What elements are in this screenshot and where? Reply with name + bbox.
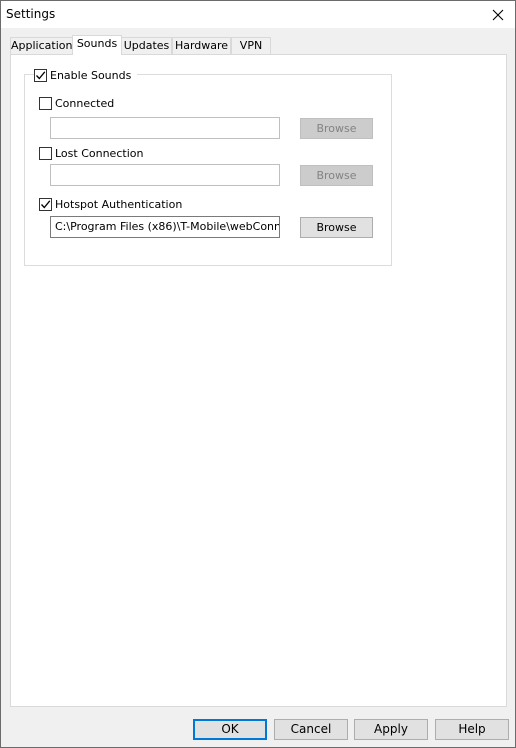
tab-vpn[interactable]: VPN bbox=[231, 37, 271, 54]
tab-label: Application bbox=[11, 39, 73, 52]
tab-updates[interactable]: Updates bbox=[121, 37, 172, 54]
tab-sounds[interactable]: Sounds bbox=[72, 35, 122, 55]
connected-check[interactable] bbox=[39, 96, 52, 110]
hotspot-auth-path-field[interactable]: C:\Program Files (x86)\T-Mobile\webConne… bbox=[50, 216, 280, 238]
sounds-panel: Enable Sounds Connected Browse Lost Conn… bbox=[10, 54, 507, 707]
lost-connection-label: Lost Connection bbox=[55, 146, 144, 160]
title-bar: Settings bbox=[1, 1, 515, 28]
lost-connection-checkbox[interactable]: Lost Connection bbox=[39, 145, 143, 161]
lost-connection-path-field[interactable] bbox=[50, 164, 280, 186]
connected-checkbox[interactable]: Connected bbox=[39, 95, 114, 111]
connected-label: Connected bbox=[55, 96, 115, 110]
connected-browse-button[interactable]: Browse bbox=[300, 118, 373, 139]
close-icon bbox=[492, 9, 504, 20]
enable-sounds-label: Enable Sounds bbox=[50, 68, 132, 82]
cancel-button[interactable]: Cancel bbox=[274, 719, 348, 740]
checkmark-icon bbox=[41, 199, 51, 208]
help-button[interactable]: Help bbox=[435, 719, 509, 740]
enable-sounds-checkbox[interactable]: Enable Sounds bbox=[34, 67, 138, 83]
tab-label: Sounds bbox=[76, 37, 118, 50]
enable-sounds-check[interactable] bbox=[34, 68, 47, 82]
settings-dialog: Settings Application Sounds Updates Hard… bbox=[0, 0, 516, 748]
lost-connection-browse-button[interactable]: Browse bbox=[300, 165, 373, 186]
close-button[interactable] bbox=[481, 1, 515, 28]
tab-label: Hardware bbox=[174, 39, 229, 52]
connected-path-field[interactable] bbox=[50, 117, 280, 139]
tab-application[interactable]: Application bbox=[10, 37, 73, 54]
hotspot-auth-check[interactable] bbox=[39, 197, 52, 211]
window-title: Settings bbox=[6, 7, 56, 21]
tab-hardware[interactable]: Hardware bbox=[172, 37, 231, 54]
tab-label: VPN bbox=[239, 39, 263, 52]
hotspot-auth-checkbox[interactable]: Hotspot Authentication bbox=[39, 196, 182, 212]
hotspot-auth-browse-button[interactable]: Browse bbox=[300, 217, 373, 238]
apply-button[interactable]: Apply bbox=[354, 719, 428, 740]
ok-button[interactable]: OK bbox=[193, 719, 267, 740]
hotspot-auth-label: Hotspot Authentication bbox=[55, 197, 183, 211]
tab-label: Updates bbox=[123, 39, 170, 52]
lost-connection-check[interactable] bbox=[39, 146, 52, 160]
checkmark-icon bbox=[36, 70, 46, 79]
